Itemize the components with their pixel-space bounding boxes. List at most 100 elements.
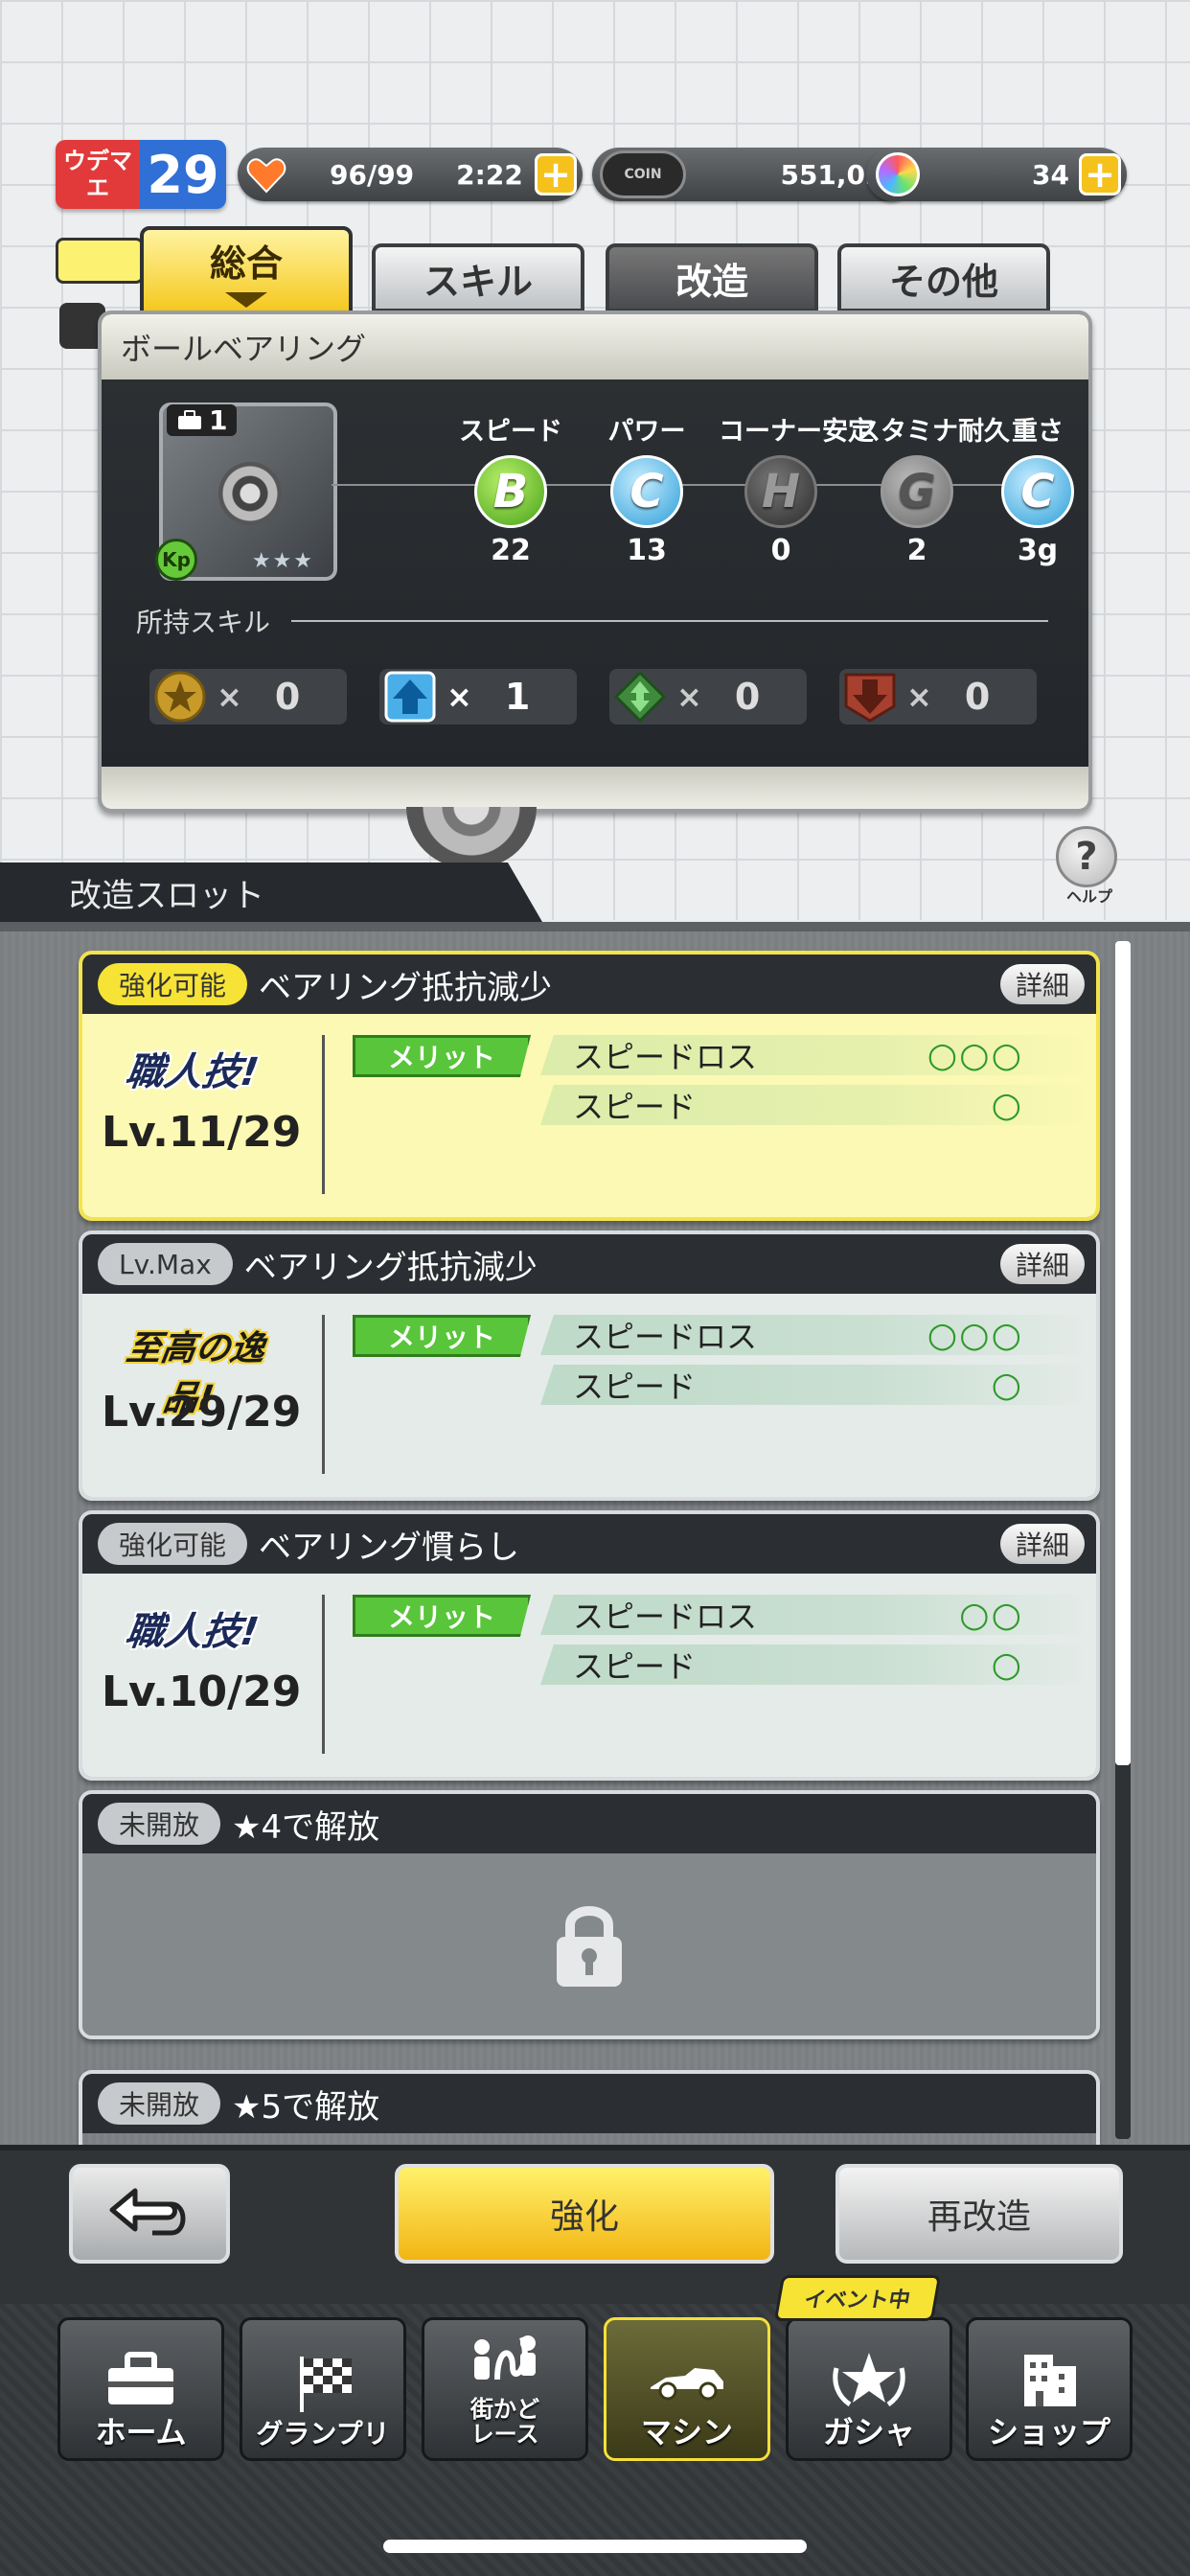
grade-badge: B — [474, 455, 547, 528]
tab-skill[interactable]: スキル — [372, 243, 584, 312]
nav-gacha[interactable]: ガシャ — [786, 2317, 952, 2461]
gem-icon — [876, 152, 920, 196]
skills-label: 所持スキル — [136, 602, 1049, 640]
enhance-button[interactable]: 強化 — [395, 2164, 774, 2264]
rank-badge: ウデマエ 29 — [56, 140, 226, 209]
remodel-button[interactable]: 再改造 — [835, 2164, 1123, 2264]
grade-badge: H — [744, 455, 817, 528]
star-laurel-icon — [833, 2353, 905, 2407]
slot-status-badge: 未開放 — [98, 1803, 221, 1845]
nav-grandprix[interactable]: グランプリ — [240, 2317, 406, 2461]
nav-street-race[interactable]: 街かど レース — [422, 2317, 588, 2461]
skill-diamond: × 0 — [609, 669, 807, 724]
gem-value: 34 — [1032, 158, 1069, 191]
toolbox-icon — [108, 2352, 173, 2404]
street-race-icon — [474, 2335, 536, 2380]
event-badge: イベント中 — [773, 2275, 942, 2321]
merit-tag: メリット — [353, 1595, 531, 1637]
mod-slot-card[interactable]: 強化可能 ベアリング抵抗減少 詳細 職人技! Lv.11/29 メリット スピー… — [79, 951, 1100, 1221]
tab-overview[interactable]: 総合 — [140, 226, 353, 314]
nav-label-line2: レース — [470, 2421, 539, 2448]
add-gem-button[interactable]: + — [1079, 153, 1121, 196]
stat-weight: 重さ C 3g — [975, 410, 1088, 567]
stat-power: パワー C 13 — [607, 417, 686, 567]
star-icon — [153, 670, 207, 724]
coin-icon: COIN — [600, 150, 686, 198]
heart-icon — [245, 153, 287, 196]
help-label: ヘルプ — [1065, 887, 1112, 906]
nav-label-line1: 街かど — [470, 2396, 539, 2423]
slot-title: ベアリング抵抗減少 — [243, 1248, 538, 1287]
slot-status-badge: 強化可能 — [98, 1523, 248, 1565]
rank-value: 29 — [140, 140, 226, 209]
nav-shop[interactable]: ショップ — [966, 2317, 1133, 2461]
stat-speed: スピード B 22 — [459, 417, 562, 567]
slot-title: ベアリング抵抗減少 — [259, 968, 553, 1007]
stamina-timer: 2:22 — [456, 158, 523, 191]
effect-row: スピードロス ○○ — [540, 1595, 1087, 1635]
skill-down: × 0 — [839, 669, 1037, 724]
divider — [322, 1035, 325, 1194]
grade-badge: G — [881, 455, 953, 528]
divider — [322, 1315, 325, 1474]
effect-row: スピードロス ○○○ — [540, 1035, 1087, 1075]
tab-other[interactable]: その他 — [837, 243, 1050, 312]
slot-status-badge: Lv.Max — [98, 1243, 233, 1285]
grade-badge: C — [1001, 455, 1074, 528]
divider — [322, 1595, 325, 1754]
mod-slot-card[interactable]: Lv.Max ベアリング抵抗減少 詳細 至高の逸品! Lv.29/29 メリット… — [79, 1230, 1100, 1501]
tech-label: 職人技! — [123, 1050, 262, 1094]
toolbox-icon — [178, 409, 201, 429]
part-thumbnail[interactable]: 1 Kp ★★★ — [155, 402, 337, 581]
question-icon: ? — [1056, 826, 1117, 887]
grade-badge: C — [610, 455, 683, 528]
rank-label: ウデマエ — [56, 140, 140, 209]
effect-row: スピードロス ○○○ — [540, 1315, 1087, 1355]
home-indicator[interactable] — [383, 2540, 807, 2553]
add-stamina-button[interactable]: + — [535, 153, 577, 196]
back-arrow-icon — [109, 2188, 186, 2236]
bearing-image — [218, 462, 282, 525]
detail-button[interactable]: 詳細 — [999, 1244, 1085, 1284]
back-button[interactable] — [69, 2164, 230, 2264]
scrollbar-thumb[interactable] — [1115, 941, 1131, 1765]
stat-stamina-durability: スタミナ耐久 G 2 — [855, 417, 1010, 567]
scrollbar[interactable] — [1115, 941, 1131, 2139]
effect-row: スピード ○ — [540, 1365, 1087, 1405]
diamond-arrows-icon — [613, 670, 667, 724]
part-info-panel: ボールベアリング 1 Kp ★★★ スピード B 22 パワー C 13 コーナ… — [98, 310, 1092, 813]
up-arrow-icon — [383, 670, 437, 724]
detail-button[interactable]: 詳細 — [999, 964, 1085, 1004]
part-name: ボールベアリング — [102, 314, 1088, 380]
shop-building-icon — [1024, 2355, 1076, 2406]
panel-footer — [102, 767, 1088, 809]
nav-machine[interactable]: マシン — [604, 2317, 770, 2461]
skill-star: × 0 — [149, 669, 347, 724]
checkered-flag-icon — [300, 2357, 352, 2412]
detail-button[interactable]: 詳細 — [999, 1524, 1085, 1564]
merit-tag: メリット — [353, 1035, 531, 1077]
slot-status-badge: 強化可能 — [98, 963, 248, 1005]
tab-bar: 総合 スキル 改造 その他 — [134, 226, 1054, 316]
help-button[interactable]: ? ヘルプ — [1056, 826, 1123, 907]
slot-list-top-edge — [0, 922, 1190, 932]
nav-home[interactable]: ホーム — [57, 2317, 224, 2461]
locked-slot-card: 未開放 ★4で解放 — [79, 1790, 1100, 2039]
slot-level: Lv.11/29 — [102, 1108, 302, 1157]
slot-title: ★4で解放 — [232, 1807, 380, 1847]
stamina-pill: 96/99 2:22 + — [238, 148, 583, 201]
skill-up: × 1 — [379, 669, 577, 724]
mod-slot-card[interactable]: 強化可能 ベアリング慣らし 詳細 職人技! Lv.10/29 メリット スピード… — [79, 1510, 1100, 1781]
gem-pill: 34 + — [866, 148, 1127, 201]
lock-icon — [539, 1900, 639, 1989]
stat-corner-stability: コーナー安定 H 0 — [719, 417, 874, 567]
stamina-value: 96/99 — [330, 158, 415, 191]
pencil-chip[interactable] — [56, 238, 144, 284]
slot-section-title: 改造スロット — [0, 862, 542, 922]
locked-slot-card: 未開放 ★5で解放 — [79, 2070, 1100, 2145]
down-arrow-icon — [843, 670, 897, 724]
kp-badge: Kp — [155, 539, 197, 581]
slot-level: Lv.10/29 — [102, 1668, 302, 1716]
tab-modify[interactable]: 改造 — [606, 243, 818, 312]
slot-title: ★5で解放 — [232, 2087, 380, 2127]
